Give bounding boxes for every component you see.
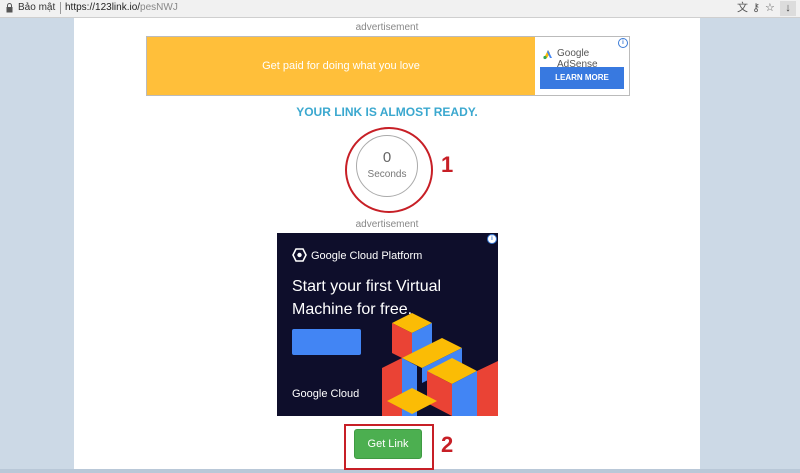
address-bar[interactable]: https://123link.io/pesNWJ <box>65 2 178 13</box>
gcp-brand: Google Cloud Platform <box>311 250 423 262</box>
annotation-box-get-link <box>344 424 434 470</box>
url-path: pesNWJ <box>140 2 178 13</box>
star-icon[interactable]: ☆ <box>765 2 775 14</box>
google-cloud-platform-logo-icon <box>292 248 307 262</box>
isometric-blocks-illustration <box>382 313 498 416</box>
key-icon[interactable]: ⚷ <box>752 2 760 14</box>
address-separator <box>60 2 61 14</box>
link-ready-heading: YOUR LINK IS ALMOST READY. <box>296 105 478 119</box>
translate-icon[interactable]: 文 <box>737 2 748 14</box>
adsense-logo-icon <box>543 50 552 60</box>
google-cloud-logo: Google Cloud <box>292 388 360 400</box>
adsense-banner[interactable]: Get paid for doing what you love Google … <box>146 36 630 96</box>
browser-toolbar: Bảo mật https://123link.io/pesNWJ 文 ⚷ ☆ … <box>0 0 800 18</box>
main-content: advertisement Get paid for doing what yo… <box>74 18 700 473</box>
annotation-number-2: 2 <box>441 432 454 457</box>
gcp-cta-button[interactable] <box>292 329 361 355</box>
url-host: https://123link.io/ <box>65 2 141 13</box>
ad-label-middle: advertisement <box>355 219 419 230</box>
lock-icon <box>6 3 13 13</box>
google-cloud-ad[interactable]: Google Cloud Platform Start your first V… <box>277 233 498 416</box>
banner-brand-panel: Google AdSense LEARN MORE <box>535 37 629 95</box>
annotation-number-1: 1 <box>441 152 454 177</box>
banner-text: Get paid for doing what you love <box>262 60 420 72</box>
ad-label-top: advertisement <box>355 22 419 33</box>
annotation-circle-countdown <box>345 127 433 213</box>
ad-info-icon[interactable]: i <box>618 38 628 48</box>
page-background: advertisement Get paid for doing what yo… <box>0 18 800 473</box>
security-label: Bảo mật <box>18 2 56 13</box>
gcp-ad-info-icon[interactable]: i <box>487 234 497 244</box>
learn-more-button[interactable]: LEARN MORE <box>540 67 624 89</box>
download-icon[interactable]: ↓ <box>780 1 796 16</box>
